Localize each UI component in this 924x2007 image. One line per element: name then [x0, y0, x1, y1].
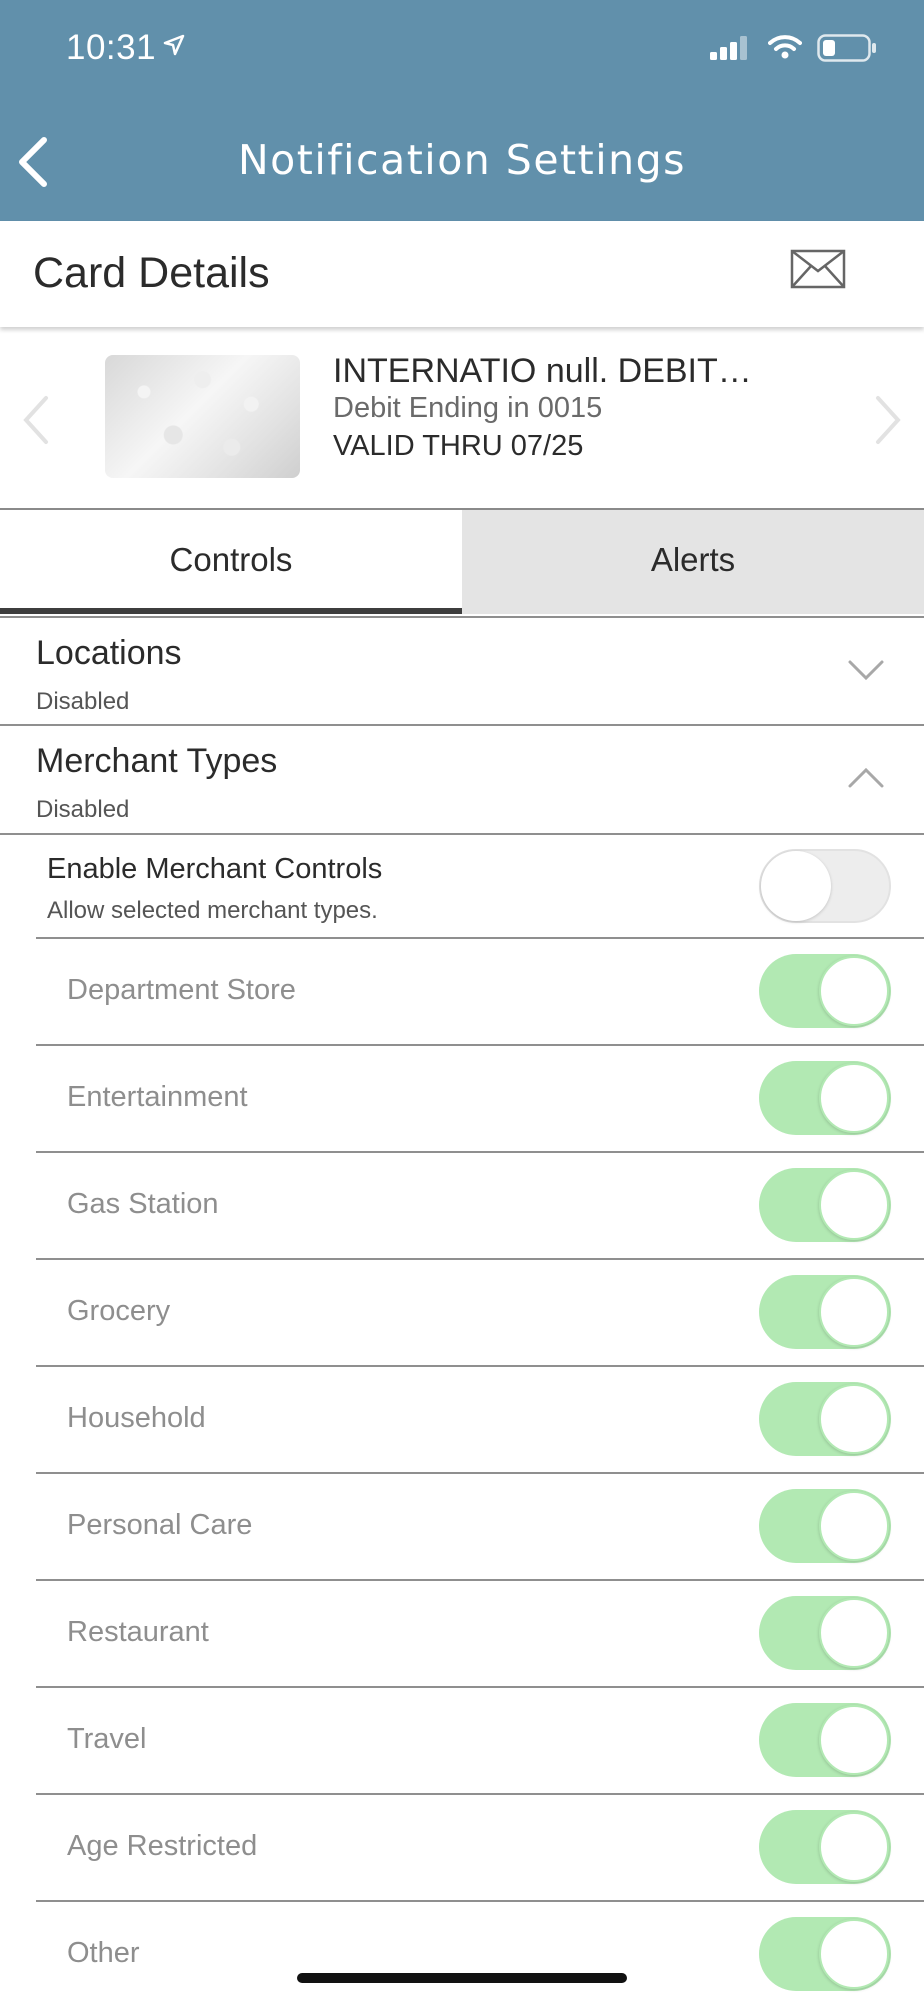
toggle-knob: [819, 1384, 889, 1454]
divider: [36, 1044, 924, 1046]
chevron-down-icon: [848, 660, 884, 681]
active-tab-indicator: [0, 608, 462, 614]
tab-controls-label: Controls: [169, 541, 293, 578]
household-toggle[interactable]: [759, 1382, 891, 1456]
card-details-title: Card Details: [33, 249, 270, 297]
cellular-signal-icon: [710, 36, 750, 65]
previous-card-button[interactable]: [18, 390, 52, 450]
card-details-bar: Card Details: [0, 221, 924, 327]
merchant-types-section[interactable]: Merchant Types Disabled: [0, 724, 924, 834]
other-toggle[interactable]: [759, 1917, 891, 1991]
wifi-icon: [768, 34, 802, 65]
toggle-knob: [761, 851, 831, 921]
personal-care-toggle[interactable]: [759, 1489, 891, 1563]
merchant-row-gas-station: Gas Station: [0, 1151, 924, 1258]
restaurant-toggle[interactable]: [759, 1596, 891, 1670]
card-image: [105, 355, 300, 478]
merchant-label: Household: [67, 1402, 206, 1434]
merchant-row-other: Other: [0, 1900, 924, 2007]
grocery-toggle[interactable]: [759, 1275, 891, 1349]
age-restricted-toggle[interactable]: [759, 1810, 891, 1884]
header-bar: 10:31 Notification Settings: [0, 0, 924, 221]
card-valid-thru: VALID THRU 07/25: [333, 430, 584, 462]
merchant-label: Grocery: [67, 1295, 171, 1327]
divider: [36, 1472, 924, 1474]
toggle-knob: [819, 1919, 889, 1989]
locations-status: Disabled: [36, 688, 130, 715]
tab-alerts-label: Alerts: [650, 541, 736, 578]
tab-bar: Controls Alerts: [0, 508, 924, 614]
mail-button[interactable]: [790, 249, 846, 291]
divider: [36, 1365, 924, 1367]
divider: [36, 937, 924, 939]
merchant-row-personal-care: Personal Care: [0, 1472, 924, 1579]
battery-icon: [817, 34, 877, 67]
travel-toggle[interactable]: [759, 1703, 891, 1777]
merchant-label: Travel: [67, 1723, 147, 1755]
locations-title: Locations: [36, 634, 182, 672]
merchant-label: Restaurant: [67, 1616, 209, 1648]
divider: [36, 1793, 924, 1795]
merchant-row-restaurant: Restaurant: [0, 1579, 924, 1686]
home-indicator[interactable]: [297, 1973, 627, 1983]
merchant-label: Personal Care: [67, 1509, 253, 1541]
merchant-label: Entertainment: [67, 1081, 248, 1113]
card-name: INTERNATIO null. DEBIT…: [333, 352, 752, 390]
department-store-toggle[interactable]: [759, 954, 891, 1028]
merchant-row-household: Household: [0, 1365, 924, 1472]
enable-merchant-title: Enable Merchant Controls: [47, 853, 383, 885]
toggle-knob: [819, 1705, 889, 1775]
enable-merchant-subtitle: Allow selected merchant types.: [47, 897, 378, 924]
location-arrow-icon: [163, 34, 185, 61]
enable-merchant-controls-row: Enable Merchant Controls Allow selected …: [0, 833, 924, 939]
toggle-knob: [819, 1277, 889, 1347]
merchant-row-age-restricted: Age Restricted: [0, 1793, 924, 1900]
gas-station-toggle[interactable]: [759, 1168, 891, 1242]
toggle-knob: [819, 1598, 889, 1668]
locations-section[interactable]: Locations Disabled: [0, 616, 924, 726]
toggle-knob: [819, 1063, 889, 1133]
toggle-knob: [819, 956, 889, 1026]
toggle-knob: [819, 1170, 889, 1240]
chevron-left-icon: [23, 396, 48, 444]
merchant-row-grocery: Grocery: [0, 1258, 924, 1365]
chevron-right-icon: [876, 396, 901, 444]
divider: [36, 1686, 924, 1688]
card-ending: Debit Ending in 0015: [333, 392, 603, 424]
merchant-label: Age Restricted: [67, 1830, 258, 1862]
toggle-knob: [819, 1812, 889, 1882]
merchant-row-travel: Travel: [0, 1686, 924, 1793]
merchant-label: Other: [67, 1937, 140, 1969]
merchant-row-department-store: Department Store: [0, 937, 924, 1044]
page-title: Notification Settings: [238, 136, 686, 184]
status-time: 10:31: [66, 28, 157, 67]
tab-controls[interactable]: Controls: [0, 510, 462, 614]
toggle-knob: [819, 1491, 889, 1561]
enable-merchant-toggle[interactable]: [759, 849, 891, 923]
merchant-types-status: Disabled: [36, 796, 130, 823]
merchant-row-entertainment: Entertainment: [0, 1044, 924, 1151]
entertainment-toggle[interactable]: [759, 1061, 891, 1135]
merchant-label: Department Store: [67, 974, 296, 1006]
chevron-up-icon: [848, 767, 884, 788]
divider: [36, 1151, 924, 1153]
card-carousel: INTERNATIO null. DEBIT… Debit Ending in …: [0, 330, 924, 508]
divider: [36, 1258, 924, 1260]
divider: [36, 1900, 924, 1902]
merchant-label: Gas Station: [67, 1188, 219, 1220]
merchant-types-title: Merchant Types: [36, 742, 278, 780]
divider: [36, 1579, 924, 1581]
merchant-type-list: Department Store Entertainment Gas Stati…: [0, 937, 924, 2007]
envelope-icon: [790, 249, 846, 289]
next-card-button[interactable]: [872, 390, 906, 450]
tab-alerts[interactable]: Alerts: [462, 510, 924, 614]
